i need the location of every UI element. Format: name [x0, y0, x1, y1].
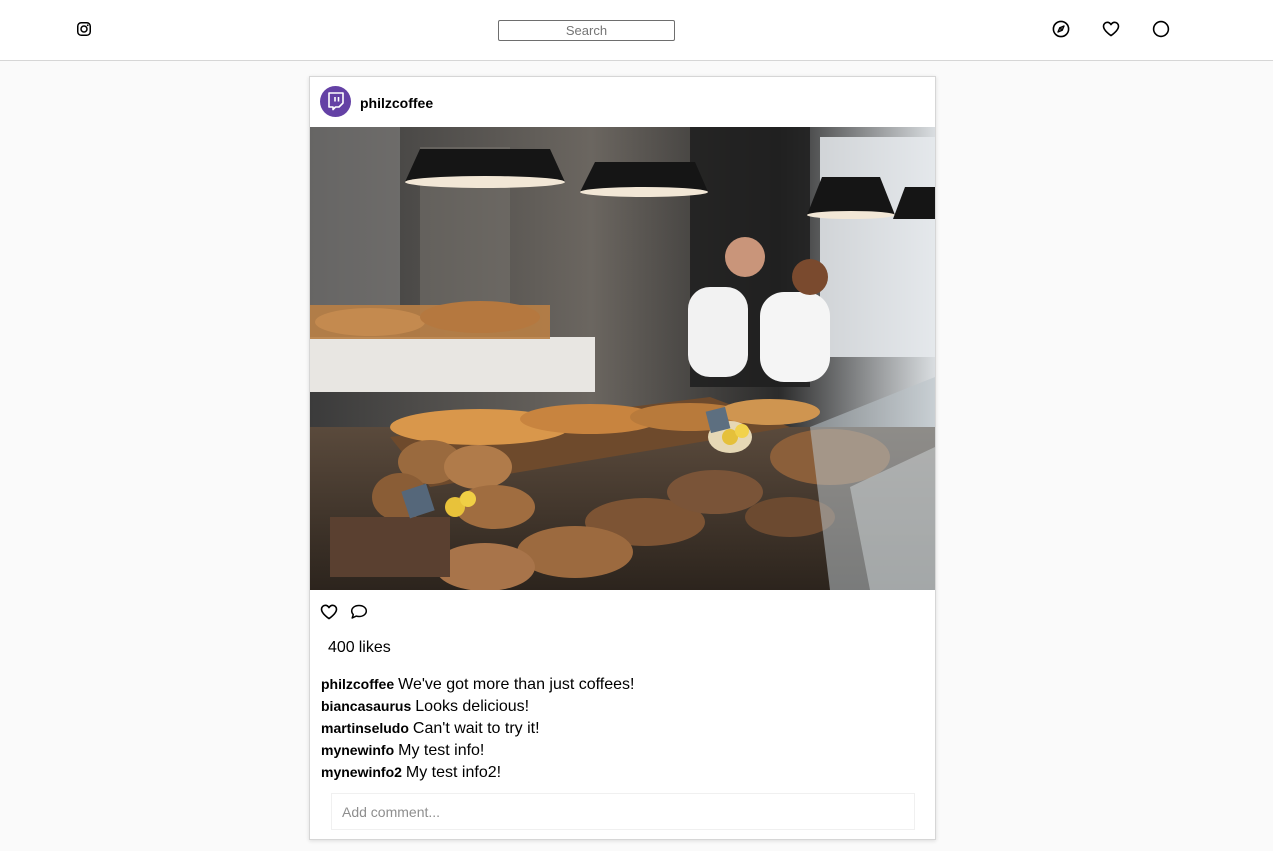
comment-text: Looks delicious!: [415, 698, 530, 715]
post-header: philzcoffee: [310, 77, 935, 127]
likes-number: 400: [328, 639, 355, 656]
comment-username[interactable]: mynewinfo2: [321, 764, 402, 780]
twitch-logo-icon: [327, 91, 344, 110]
comment-text: We've got more than just coffees!: [398, 676, 635, 693]
comment-text: My test info!: [398, 742, 485, 759]
post-image: [310, 127, 935, 590]
comments-list: philzcoffee We've got more than just coff…: [321, 673, 921, 783]
avatar[interactable]: [320, 86, 351, 117]
comment-username[interactable]: mynewinfo: [321, 742, 394, 758]
likes-count: 400 likes: [328, 639, 391, 657]
compass-icon[interactable]: [1051, 19, 1071, 39]
likes-label: likes: [358, 639, 391, 656]
comment-text: My test info2!: [405, 764, 502, 781]
comment-item: biancasaurus Looks delicious!: [321, 695, 921, 717]
instagram-icon[interactable]: [75, 20, 93, 38]
post-card: philzcoffee 400 likes philzcoffee We've …: [309, 76, 936, 840]
heart-icon[interactable]: [1101, 19, 1121, 39]
post-username[interactable]: philzcoffee: [360, 95, 433, 111]
comment-item: mynewinfo2 My test info2!: [321, 761, 921, 783]
comment-item: mynewinfo My test info!: [321, 739, 921, 761]
top-navigation-bar: [0, 0, 1273, 61]
comment-item: martinseludo Can't wait to try it!: [321, 717, 921, 739]
comment-item: philzcoffee We've got more than just coff…: [321, 673, 921, 695]
profile-circle-icon[interactable]: [1151, 19, 1171, 39]
like-heart-icon[interactable]: [320, 603, 338, 621]
comment-username[interactable]: martinseludo: [321, 720, 409, 736]
comment-username[interactable]: biancasaurus: [321, 698, 411, 714]
comment-text: Can't wait to try it!: [412, 720, 540, 737]
add-comment-input[interactable]: [331, 793, 915, 830]
comment-bubble-icon[interactable]: [350, 603, 368, 621]
search-input[interactable]: [498, 20, 675, 41]
comment-username[interactable]: philzcoffee: [321, 676, 394, 692]
